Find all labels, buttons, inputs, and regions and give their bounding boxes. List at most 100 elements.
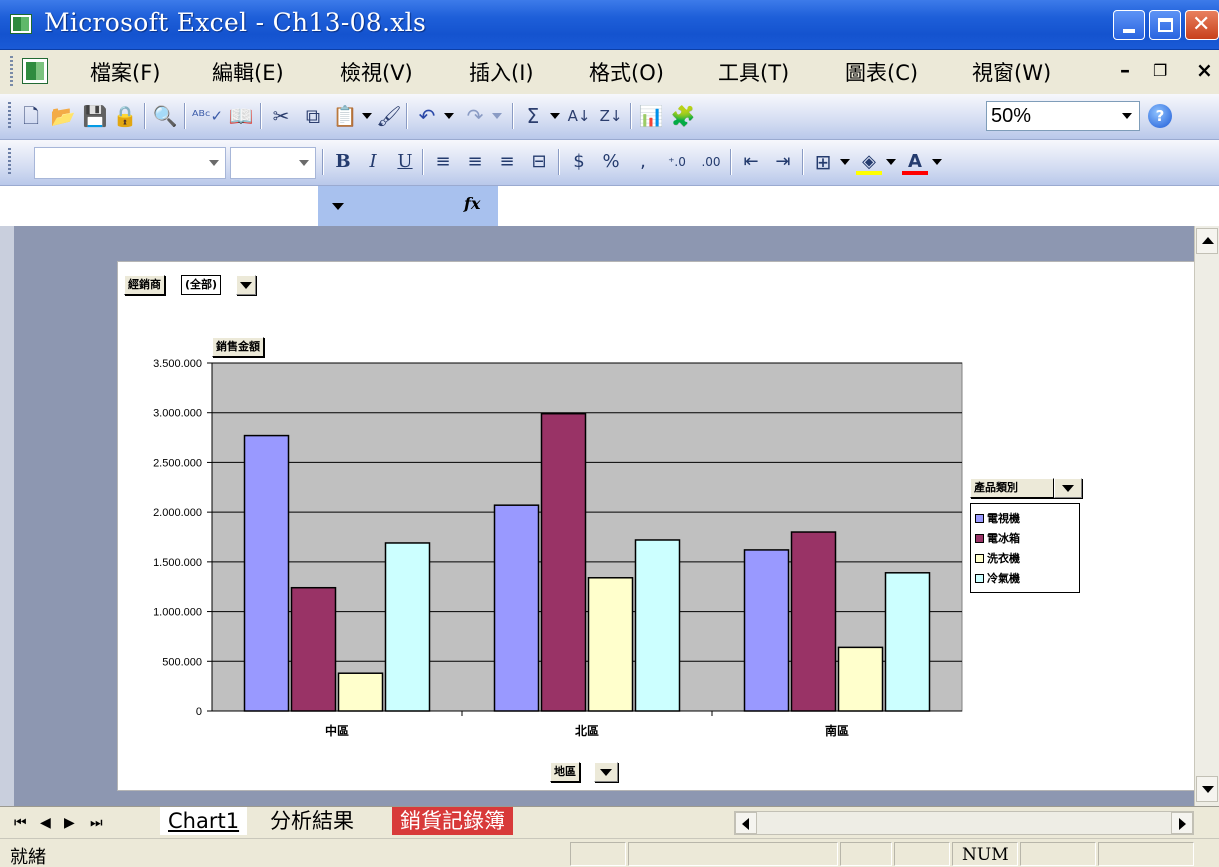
borders-icon[interactable]: ⊞	[810, 149, 836, 175]
currency-icon[interactable]: $	[566, 149, 592, 175]
close-button[interactable]: ✕	[1185, 10, 1219, 40]
name-box-dropdown-icon[interactable]	[318, 186, 360, 226]
redo-icon[interactable]: ↷	[462, 103, 488, 129]
help-icon[interactable]: ?	[1148, 104, 1172, 128]
percent-icon[interactable]: %	[598, 149, 624, 175]
tab-chart1[interactable]: Chart1	[160, 807, 248, 835]
font-color-icon[interactable]: A	[902, 149, 928, 175]
undo-dropdown-icon[interactable]	[444, 113, 454, 119]
new-icon[interactable]: 🗋	[18, 103, 44, 129]
menu-file[interactable]: 檔案(F)	[90, 57, 160, 87]
copy-icon[interactable]: ⧉	[300, 103, 326, 129]
print-preview-icon[interactable]: 🔍	[152, 103, 178, 129]
merge-center-icon[interactable]: ⊟	[526, 149, 552, 175]
tab-sales-records[interactable]: 銷貨記錄簿	[392, 807, 513, 835]
align-center-icon[interactable]: ≡	[462, 149, 488, 175]
align-right-icon[interactable]: ≡	[494, 149, 520, 175]
doc-close-icon[interactable]: ×	[1196, 58, 1213, 82]
bar	[337, 672, 384, 712]
borders-dropdown-icon[interactable]	[840, 159, 850, 165]
page-field-dropdown-icon[interactable]	[236, 275, 256, 295]
doc-minimize-icon[interactable]: –	[1120, 58, 1130, 82]
redo-dropdown-icon[interactable]	[492, 113, 502, 119]
maximize-button[interactable]	[1149, 10, 1181, 40]
chevron-down-icon[interactable]	[1115, 102, 1139, 130]
tab-analysis[interactable]: 分析結果	[264, 807, 360, 835]
category-field-button[interactable]: 地區	[550, 762, 580, 782]
bold-button[interactable]: B	[330, 149, 356, 175]
cut-icon[interactable]: ✂	[268, 103, 294, 129]
increase-indent-icon[interactable]: ⇥	[770, 149, 796, 175]
font-size-select[interactable]	[230, 147, 316, 179]
chevron-down-icon[interactable]	[293, 148, 315, 178]
drawing-icon[interactable]: 🧩	[670, 103, 696, 129]
page-field-value[interactable]: (全部)	[181, 275, 222, 295]
italic-button[interactable]: I	[360, 149, 386, 175]
comma-icon[interactable]: ,	[630, 149, 656, 175]
sort-ascending-icon[interactable]: A↓	[566, 103, 592, 129]
zoom-select[interactable]: 50%	[986, 101, 1140, 131]
menu-edit[interactable]: 編輯(E)	[212, 57, 284, 87]
horizontal-scrollbar[interactable]	[734, 811, 1194, 835]
data-field-button[interactable]: 銷售金額	[212, 337, 264, 357]
prev-sheet-icon[interactable]: ◀	[40, 815, 51, 831]
autosum-icon[interactable]: Σ	[520, 103, 546, 129]
y-tick-label: 0	[196, 706, 202, 718]
next-sheet-icon[interactable]: ▶	[64, 815, 75, 831]
decrease-decimal-icon[interactable]: .00	[696, 149, 726, 175]
menu-window[interactable]: 視窗(W)	[972, 57, 1051, 87]
series-field-dropdown-icon[interactable]	[1054, 478, 1082, 498]
series-field-button[interactable]: 產品類別	[970, 478, 1054, 498]
chevron-down-icon[interactable]	[203, 148, 225, 178]
menu-insert[interactable]: 插入(I)	[469, 57, 534, 87]
open-icon[interactable]: 📂	[50, 103, 76, 129]
save-icon[interactable]: 💾	[82, 103, 108, 129]
decrease-indent-icon[interactable]: ⇤	[738, 149, 764, 175]
spelling-icon[interactable]: ᴬᴮᶜ✓	[192, 103, 223, 129]
bar	[243, 434, 290, 712]
sort-descending-icon[interactable]: Z↓	[598, 103, 624, 129]
menu-chart[interactable]: 圖表(C)	[845, 57, 918, 87]
y-tick-label: 2.000.000	[153, 507, 202, 519]
chart-wizard-icon[interactable]: 📊	[638, 103, 664, 129]
align-left-icon[interactable]: ≡	[430, 149, 456, 175]
fill-color-icon[interactable]: ◈	[856, 149, 882, 175]
page-field-button[interactable]: 經銷商	[124, 275, 165, 295]
menu-format[interactable]: 格式(O)	[589, 57, 664, 87]
workbook-icon[interactable]	[22, 58, 48, 84]
scroll-right-icon[interactable]	[1171, 812, 1193, 834]
chart-legend[interactable]: 電視機 電冰箱 洗衣機 冷氣機	[970, 503, 1080, 593]
underline-button[interactable]: U	[392, 149, 418, 175]
first-sheet-icon[interactable]: ⏮	[14, 815, 27, 831]
bar	[837, 646, 884, 712]
fill-color-dropdown-icon[interactable]	[886, 159, 896, 165]
font-name-select[interactable]	[34, 147, 226, 179]
menu-view[interactable]: 檢視(V)	[340, 57, 413, 87]
category-field-dropdown-icon[interactable]	[594, 762, 618, 782]
undo-icon[interactable]: ↶	[414, 103, 440, 129]
research-icon[interactable]: 📖	[228, 103, 254, 129]
zoom-value: 50%	[991, 105, 1032, 127]
menu-tools[interactable]: 工具(T)	[718, 57, 789, 87]
excel-app-icon[interactable]	[10, 14, 32, 34]
increase-decimal-icon[interactable]: ⁺.0	[662, 149, 692, 175]
doc-restore-icon[interactable]: ❐	[1153, 61, 1167, 80]
title-bar[interactable]: Microsoft Excel - Ch13-08.xls ✕	[0, 0, 1219, 50]
scroll-up-icon[interactable]	[1196, 228, 1218, 254]
minimize-button[interactable]	[1113, 10, 1145, 40]
scroll-left-icon[interactable]	[735, 812, 757, 834]
format-painter-icon[interactable]: 🖌	[376, 103, 402, 129]
legend-item: 電冰箱	[975, 530, 1020, 546]
paste-icon[interactable]: 📋	[332, 103, 358, 129]
scroll-down-icon[interactable]	[1196, 776, 1218, 802]
autosum-dropdown-icon[interactable]	[550, 113, 560, 119]
permission-icon[interactable]: 🔒	[112, 103, 138, 129]
vertical-scrollbar[interactable]	[1194, 226, 1219, 806]
paste-dropdown-icon[interactable]	[362, 113, 372, 119]
legend-item: 洗衣機	[975, 550, 1020, 566]
name-box[interactable]	[0, 186, 360, 226]
x-tick-label: 南區	[825, 723, 849, 738]
last-sheet-icon[interactable]: ⏭	[90, 815, 103, 831]
insert-function-icon[interactable]: fx	[464, 194, 480, 213]
font-color-dropdown-icon[interactable]	[932, 159, 942, 165]
